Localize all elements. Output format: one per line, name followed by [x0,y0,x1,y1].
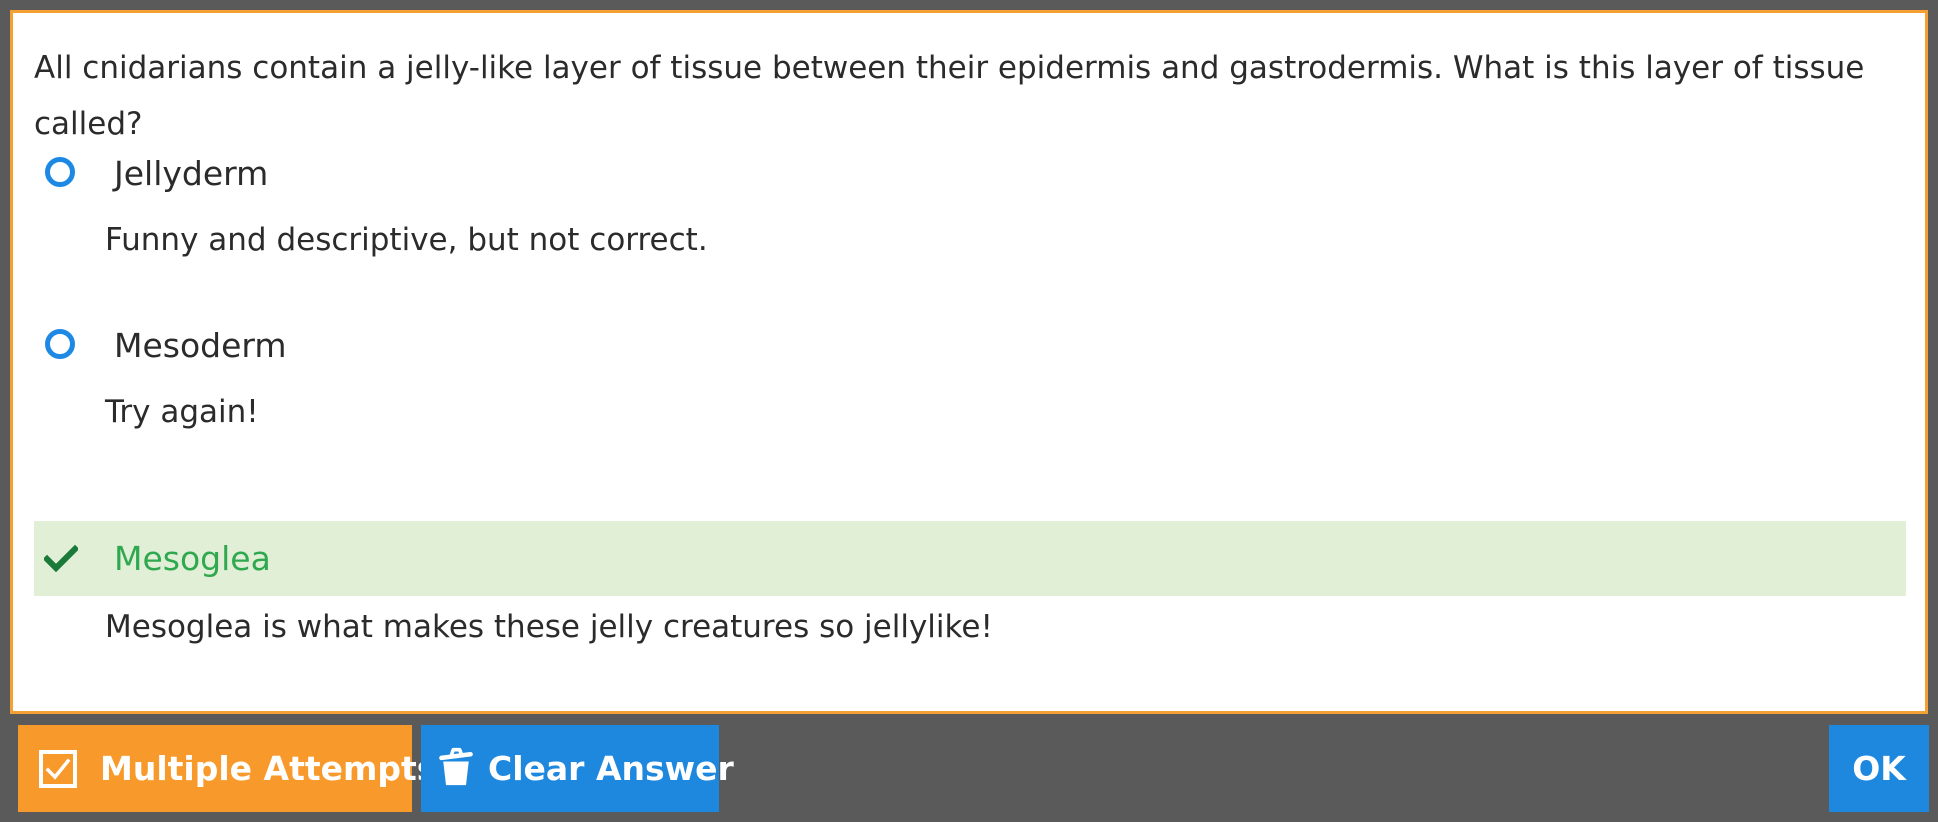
option-feedback: Try again! [105,394,259,430]
checkbox-icon [39,750,77,788]
clear-answer-label: Clear Answer [488,749,734,788]
option-feedback: Funny and descriptive, but not correct. [105,222,708,258]
trash-icon [439,747,473,786]
clear-answer-button[interactable]: Clear Answer [421,725,734,812]
option-label: Jellyderm [114,154,269,193]
ok-button[interactable]: OK [1829,725,1929,812]
option-jellyderm[interactable]: Jellyderm [34,136,1906,211]
ok-label: OK [1852,749,1906,788]
option-mesoderm[interactable]: Mesoderm [34,308,1906,383]
multiple-attempts-button[interactable]: Multiple Attempts [18,725,436,812]
option-feedback: Mesoglea is what makes these jelly creat… [105,609,993,645]
radio-icon[interactable] [45,329,75,359]
option-mesoglea[interactable]: Mesoglea [34,521,1906,596]
multiple-attempts-label: Multiple Attempts [100,749,437,788]
option-label: Mesoderm [114,326,287,365]
question-card: All cnidarians contain a jelly-like laye… [10,10,1928,714]
check-icon [44,544,78,573]
option-label: Mesoglea [114,539,271,578]
radio-icon[interactable] [45,157,75,187]
